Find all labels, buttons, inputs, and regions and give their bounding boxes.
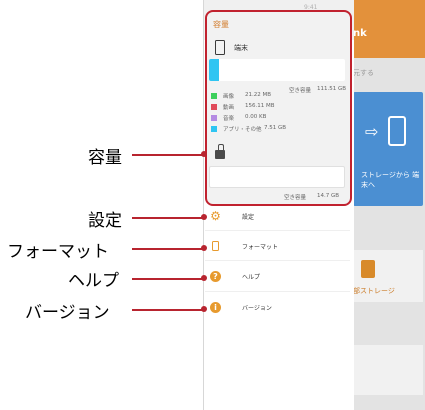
callout-dot [201, 275, 207, 281]
divider [205, 230, 350, 231]
callout-dot [201, 245, 207, 251]
external-storage-card[interactable]: 部ストレージ [353, 250, 423, 302]
menu-item-label: ヘルプ [242, 274, 261, 281]
device-label: 端末 [234, 44, 248, 52]
external-free-label: 空き容量 [284, 195, 307, 201]
legend-swatch [211, 115, 217, 121]
menu-item-label: バージョン [242, 305, 272, 312]
external-storage-bar [209, 166, 345, 188]
callout-dot [201, 306, 207, 312]
callout-dot [201, 214, 207, 220]
transfer-card[interactable]: ⇨ ストレージから 端末へ [353, 92, 423, 206]
help-icon: ? [210, 271, 221, 282]
capacity-panel: 容量 端末 画像 21.22 MB 動画 156.11 MB 音楽 0.00 K… [205, 10, 352, 206]
device-storage-bar-fill [209, 59, 219, 81]
gear-icon: ⚙ [210, 209, 221, 223]
external-storage-icon [215, 150, 225, 159]
callout-line [132, 154, 204, 156]
legend-swatch [211, 93, 217, 99]
legend-name: アプリ・その他 [223, 127, 262, 133]
callout-help: ヘルプ [68, 271, 119, 291]
divider [205, 291, 350, 292]
info-icon: i [210, 302, 221, 313]
legend-value: 156.11 MB [245, 103, 275, 109]
menu-item-label: フォーマット [242, 244, 279, 251]
external-storage-card-label: 部ストレージ [353, 287, 395, 295]
menu-item-help[interactable]: ? ヘルプ [205, 266, 350, 290]
callout-line [132, 309, 204, 311]
legend-value: 21.22 MB [245, 92, 272, 98]
capacity-title: 容量 [213, 20, 229, 29]
menu-item-format[interactable]: フォーマット [205, 236, 350, 260]
callout-version: バージョン [25, 303, 110, 323]
legend-name: 画像 [223, 94, 235, 100]
callout-settings: 設定 [88, 211, 122, 231]
callout-line [132, 217, 204, 219]
section-subtitle: 元する [353, 69, 374, 77]
device-free-label: 空き容量 [289, 88, 312, 94]
legend-name: 動画 [223, 105, 235, 111]
legend-value: 0.00 KB [245, 114, 267, 120]
legend-swatch [211, 104, 217, 110]
menu-item-version[interactable]: i バージョン [205, 297, 350, 321]
menu-item-settings[interactable]: ⚙ 設定 [205, 206, 350, 230]
arrow-right-icon: ⇨ [365, 122, 379, 141]
device-storage-bar [209, 59, 345, 81]
divider [205, 260, 350, 261]
phone-icon [215, 40, 225, 55]
callout-capacity: 容量 [88, 148, 122, 168]
transfer-card-label: ストレージから 端末へ [361, 171, 420, 189]
callout-dot [201, 151, 207, 157]
app-title: nk [353, 28, 367, 39]
sd-card-icon [361, 260, 375, 278]
device-free-value: 111.51 GB [317, 86, 347, 92]
format-icon [212, 241, 219, 251]
phone-icon [388, 116, 406, 146]
callout-line [132, 248, 204, 250]
legend-name: 音楽 [223, 116, 235, 122]
legend-value: 7.51 GB [264, 125, 287, 131]
callout-line [132, 278, 204, 280]
external-free-value: 14.7 GB [317, 193, 340, 199]
callout-format: フォーマット [7, 242, 109, 262]
menu-item-label: 設定 [242, 214, 255, 221]
bottom-card[interactable] [353, 345, 423, 395]
legend-swatch [211, 126, 217, 132]
